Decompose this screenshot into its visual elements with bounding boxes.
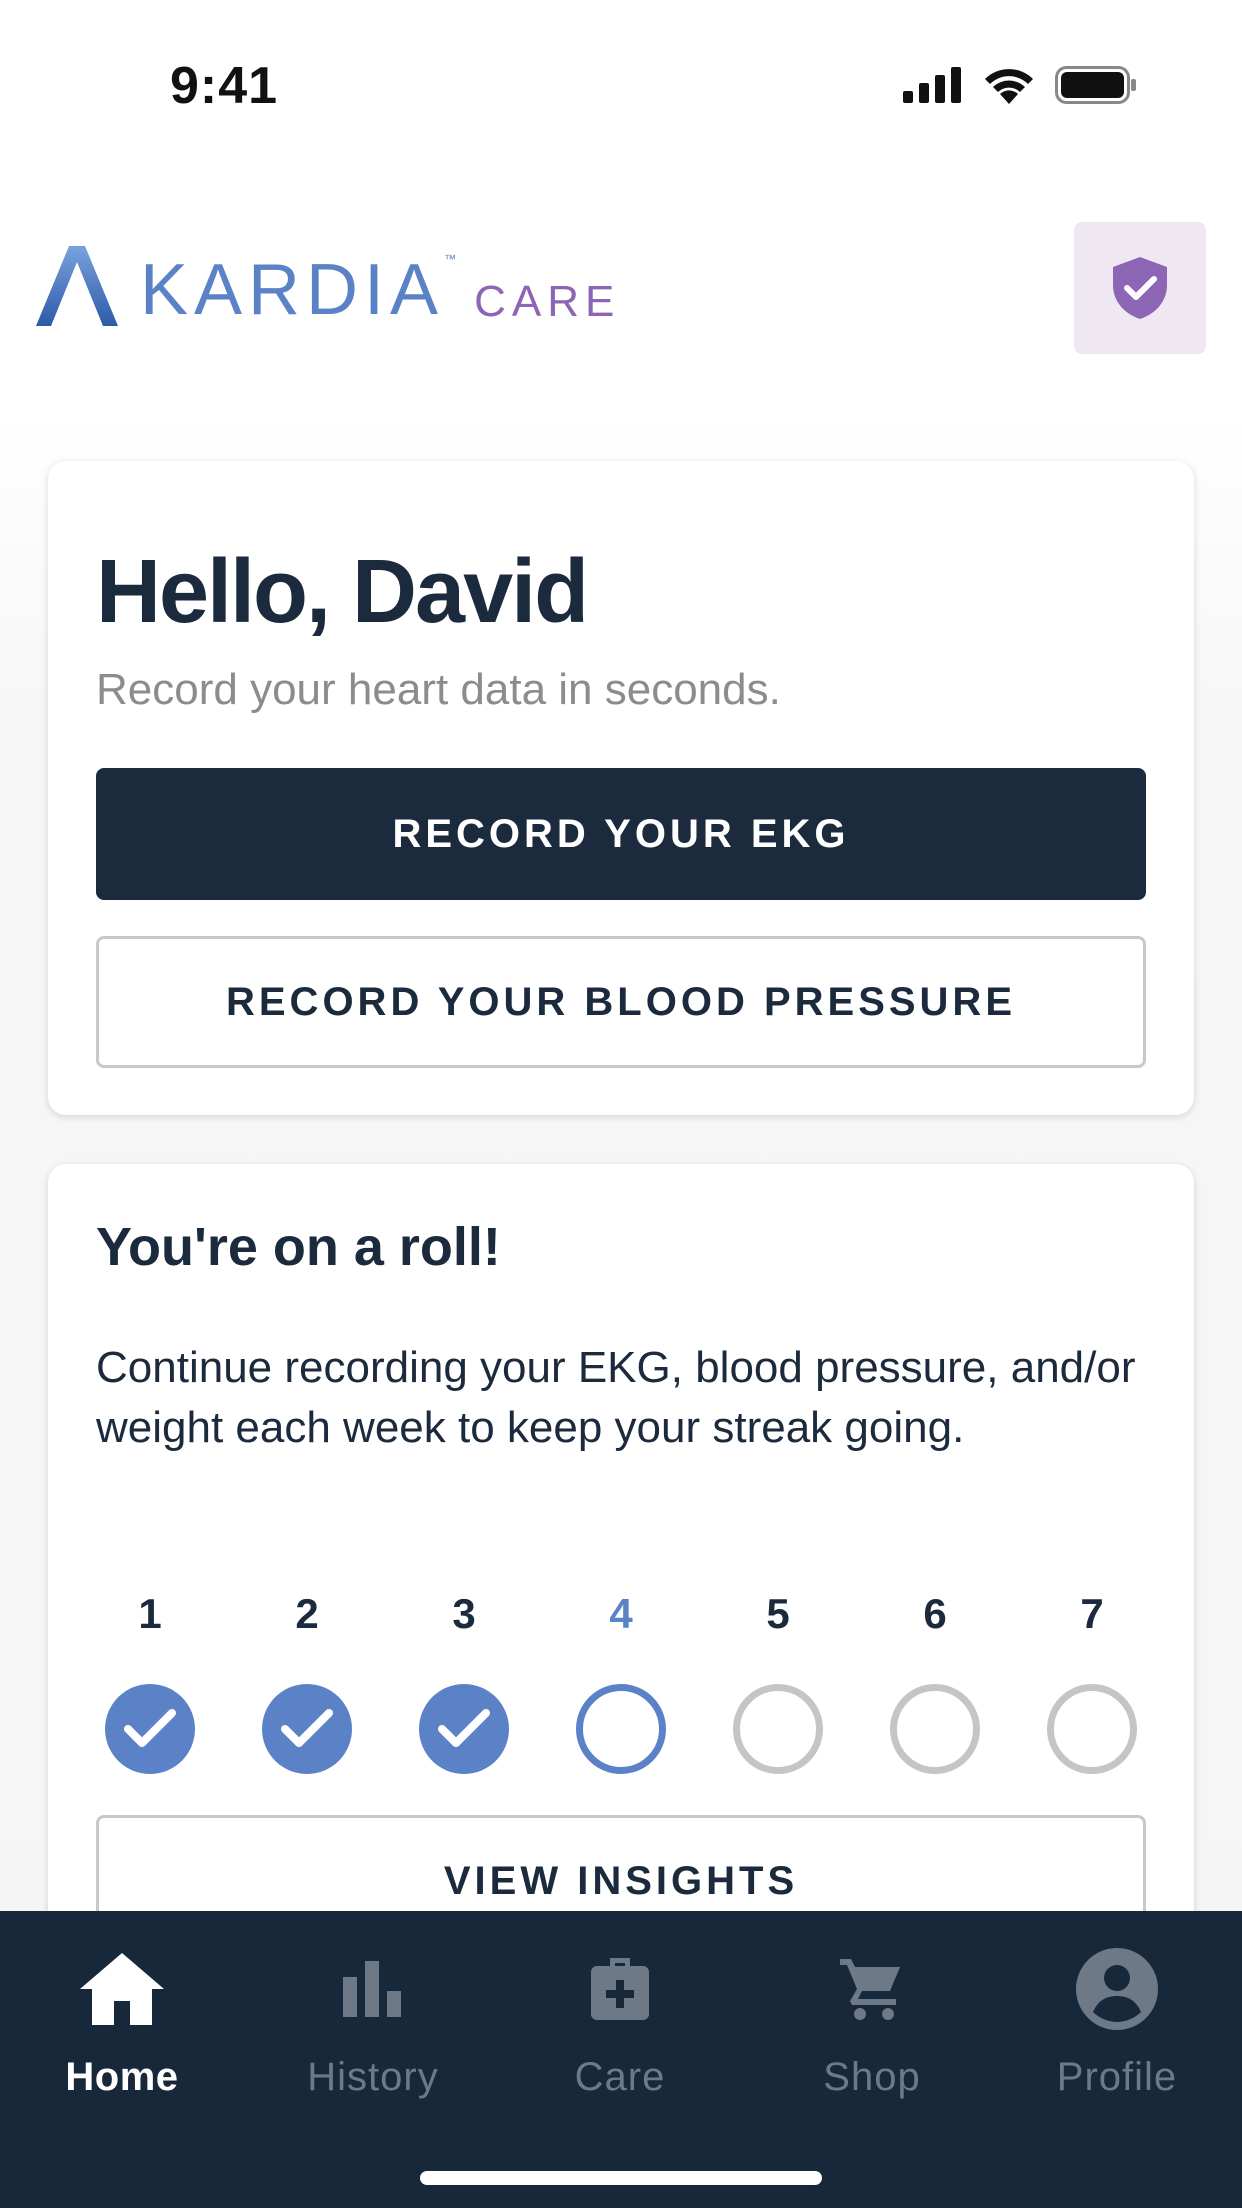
streak-day-number: 2 [295,1590,319,1637]
nav-item-home[interactable]: Home [12,1947,232,2100]
streak-day-number: 3 [452,1590,476,1637]
status-bar: 9:41 [0,0,1242,180]
home-indicator-bar [420,2171,822,2185]
streak-day-number: 5 [766,1590,790,1637]
nav-label-history: History [307,2055,439,2099]
cellular-signal-icon [903,67,961,103]
greeting-title: Hello, David [96,542,589,642]
nav-label-profile: Profile [1056,2055,1178,2099]
security-shield-button[interactable] [1074,222,1206,354]
checkmark-circle-icon [105,1684,195,1774]
shield-check-icon [1113,257,1167,319]
record-blood-pressure-button[interactable]: RECORD YOUR BLOOD PRESSURE [96,936,1146,1068]
streak-day-7: 7 [1042,1584,1142,1774]
greeting-card: Hello, David Record your heart data in s… [48,461,1194,1115]
checkmark-circle-icon [262,1684,352,1774]
empty-circle-icon [1047,1684,1137,1774]
streak-day-1: 1 [100,1584,200,1774]
kardia-logo-mark [36,246,118,326]
battery-icon [1055,66,1136,104]
nav-item-profile[interactable]: Profile [1007,1947,1227,2100]
shopping-cart-icon [840,1959,900,2020]
streak-day-number: 4 [609,1590,633,1637]
home-icon [80,1953,164,2025]
bar-chart-icon [343,1961,401,2017]
nav-label-shop: Shop [823,2055,921,2099]
app-header: KARDIA ™ CARE [0,180,1242,410]
logo-wordmark: KARDIA [140,250,445,330]
streak-day-number: 1 [138,1590,162,1637]
streak-title: You're on a roll! [96,1217,501,1277]
current-day-circle-icon [576,1684,666,1774]
empty-circle-icon [890,1684,980,1774]
home-screen: 9:41 KARDIA ™ CARE Hello, David Record y… [0,0,1242,2208]
account-circle-icon [1076,1948,1158,2030]
nav-label-home: Home [65,2055,179,2099]
nav-item-history[interactable]: History [263,1947,483,2100]
logo-care-suffix: CARE [474,277,621,326]
nav-item-care[interactable]: Care [510,1947,730,2100]
nav-item-shop[interactable]: Shop [762,1947,982,2100]
medical-kit-icon [591,1958,649,2020]
greeting-subtitle: Record your heart data in seconds. [96,665,781,714]
streak-day-3: 3 [414,1584,514,1774]
kardia-care-logo: KARDIA ™ CARE [36,246,620,326]
streak-day-4: 4 [571,1584,671,1774]
streak-description: Continue recording your EKG, blood press… [96,1343,1136,1452]
streak-day-number: 7 [1080,1590,1104,1637]
bottom-navigation: Home History Care Shop Profile [0,1911,1242,2208]
status-icons [903,66,1137,104]
wifi-icon [985,69,1033,104]
streak-day-5: 5 [728,1584,828,1774]
record-ekg-button[interactable]: RECORD YOUR EKG [96,768,1146,900]
logo-trademark: ™ [444,252,457,266]
empty-circle-icon [733,1684,823,1774]
streak-tracker: 1 2 3 4 5 6 7 [48,1584,1194,1784]
checkmark-circle-icon [419,1684,509,1774]
nav-label-care: Care [574,2055,666,2099]
streak-day-6: 6 [885,1584,985,1774]
streak-day-number: 6 [923,1590,947,1637]
streak-day-2: 2 [257,1584,357,1774]
status-time: 9:41 [170,57,279,115]
